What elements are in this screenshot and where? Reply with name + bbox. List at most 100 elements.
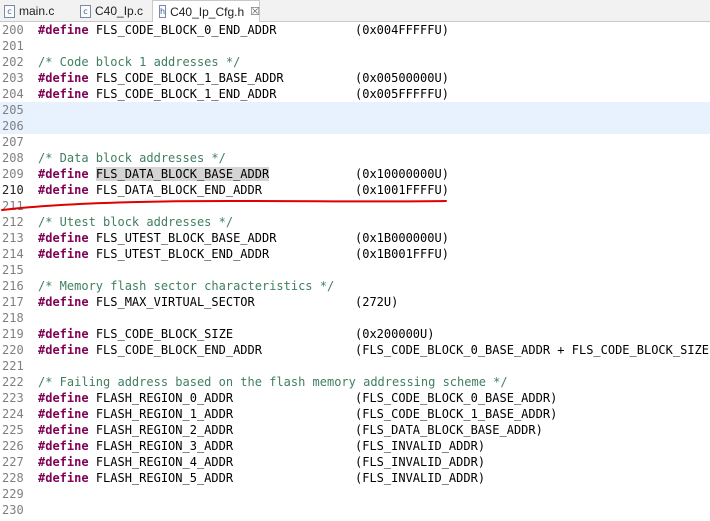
macro-name: FLS_UTEST_BLOCK_END_ADDR (95, 247, 270, 261)
line-number: 213 (2, 231, 24, 245)
define-keyword: #define (38, 247, 89, 261)
line-number: 228 (2, 471, 24, 485)
line-number: 219 (2, 327, 24, 341)
macro-name: FLS_DATA_BLOCK_BASE_ADDR (95, 167, 270, 181)
define-keyword: #define (38, 391, 89, 405)
macro-name: FLS_CODE_BLOCK_1_BASE_ADDR (95, 71, 284, 85)
close-icon[interactable]: ☒ (250, 5, 260, 18)
define-directive: #define FLASH_REGION_4_ADDR (38, 454, 233, 470)
line-number: 202 (2, 55, 24, 69)
line-number: 227 (2, 455, 24, 469)
define-keyword: #define (38, 231, 89, 245)
code-line[interactable]: 209 #define FLS_DATA_BLOCK_BASE_ADDR (0x10… (0, 166, 710, 182)
line-number: 224 (2, 407, 24, 421)
define-directive: #define FLASH_REGION_3_ADDR (38, 438, 233, 454)
code-line[interactable]: 221 (0, 358, 710, 374)
code-line[interactable]: 207 (0, 134, 710, 150)
define-keyword: #define (38, 439, 89, 453)
line-number: 201 (2, 39, 24, 53)
code-line[interactable]: 201 (0, 38, 710, 54)
macro-name: FLS_CODE_BLOCK_1_END_ADDR (95, 87, 277, 101)
code-line[interactable]: 213 #define FLS_UTEST_BLOCK_BASE_ADDR (0x1… (0, 230, 710, 246)
code-line[interactable]: 211 (0, 198, 710, 214)
define-directive: #define FLASH_REGION_0_ADDR (38, 390, 233, 406)
code-line[interactable]: 227 #define FLASH_REGION_4_ADDR (FLS_INVAL… (0, 454, 710, 470)
define-directive: #define FLASH_REGION_2_ADDR (38, 422, 233, 438)
code-line[interactable]: 200 #define FLS_CODE_BLOCK_0_END_ADDR (0x0… (0, 22, 710, 38)
code-line[interactable]: 208 /* Data block addresses */ (0, 150, 710, 166)
tab-c40-ip-cfg-h[interactable]: h C40_Ip_Cfg.h ☒ (152, 0, 260, 22)
code-line[interactable]: 217 #define FLS_MAX_VIRTUAL_SECTOR (272U) (0, 294, 710, 310)
code-line[interactable]: 219 #define FLS_CODE_BLOCK_SIZE (0x200000U… (0, 326, 710, 342)
code-comment: /* Failing address based on the flash me… (38, 375, 508, 389)
tab-label: main.c (19, 4, 55, 18)
code-line[interactable]: 218 (0, 310, 710, 326)
macro-value: (FLS_DATA_BLOCK_BASE_ADDR) (355, 423, 543, 437)
code-editor[interactable]: 200 #define FLS_CODE_BLOCK_0_END_ADDR (0x0… (0, 22, 710, 521)
macro-name: FLS_CODE_BLOCK_0_END_ADDR (95, 23, 277, 37)
code-line[interactable]: 202 /* Code block 1 addresses */ (0, 54, 710, 70)
macro-value: (FLS_CODE_BLOCK_0_BASE_ADDR) (355, 391, 558, 405)
define-directive: #define FLASH_REGION_5_ADDR (38, 470, 233, 486)
code-line[interactable]: 216 /* Memory flash sector characteristic… (0, 278, 710, 294)
define-keyword: #define (38, 343, 89, 357)
code-comment: /* Data block addresses */ (38, 151, 226, 165)
code-line[interactable]: 205 (0, 102, 710, 118)
line-number: 204 (2, 87, 24, 101)
line-number: 208 (2, 151, 24, 165)
code-line[interactable]: 206 (0, 118, 710, 134)
code-line[interactable]: 228 #define FLASH_REGION_5_ADDR (FLS_INVAL… (0, 470, 710, 486)
code-line[interactable]: 225 #define FLASH_REGION_2_ADDR (FLS_DATA_… (0, 422, 710, 438)
code-line[interactable]: 212 /* Utest block addresses */ (0, 214, 710, 230)
macro-value: (0x00500000U) (355, 71, 449, 85)
line-number: 205 (2, 103, 24, 117)
line-number: 230 (2, 503, 24, 517)
line-number: 216 (2, 279, 24, 293)
line-number: 217 (2, 295, 24, 309)
macro-name: FLASH_REGION_1_ADDR (95, 407, 234, 421)
tab-main-c[interactable]: c main.c (0, 0, 70, 22)
define-keyword: #define (38, 455, 89, 469)
code-line[interactable]: 229 (0, 486, 710, 502)
line-number: 221 (2, 359, 24, 373)
line-number: 218 (2, 311, 24, 325)
define-keyword: #define (38, 23, 89, 37)
define-keyword: #define (38, 327, 89, 341)
macro-value: (FLS_CODE_BLOCK_0_BASE_ADDR + FLS_CODE_B… (355, 343, 710, 357)
code-line[interactable]: 204 #define FLS_CODE_BLOCK_1_END_ADDR (0x0… (0, 86, 710, 102)
h-file-icon: h (159, 5, 167, 18)
define-directive: #define FLS_CODE_BLOCK_SIZE (38, 326, 233, 342)
code-line[interactable]: 220 #define FLS_CODE_BLOCK_END_ADDR (FLS_C… (0, 342, 710, 358)
code-comment: /* Utest block addresses */ (38, 215, 234, 229)
code-line[interactable]: 223 #define FLASH_REGION_0_ADDR (FLS_CODE_… (0, 390, 710, 406)
macro-value: (0x1B001FFFU) (355, 247, 449, 261)
line-number: 220 (2, 343, 24, 357)
code-line[interactable]: 226 #define FLASH_REGION_3_ADDR (FLS_INVAL… (0, 438, 710, 454)
code-line[interactable]: 215 (0, 262, 710, 278)
macro-value: (FLS_INVALID_ADDR) (355, 455, 486, 469)
tab-c40-ip-c[interactable]: c C40_Ip.c (76, 0, 152, 22)
macro-value: (FLS_INVALID_ADDR) (355, 439, 486, 453)
c-file-icon: c (4, 4, 15, 18)
code-line[interactable]: 222 /* Failing address based on the flash… (0, 374, 710, 390)
define-directive: #define FLS_CODE_BLOCK_END_ADDR (38, 342, 262, 358)
line-number: 223 (2, 391, 24, 405)
code-line[interactable]: 210 #define FLS_DATA_BLOCK_END_ADDR (0x100… (0, 182, 710, 198)
macro-value: (0x200000U) (355, 327, 435, 341)
macro-value: (0x1B000000U) (355, 231, 449, 245)
define-keyword: #define (38, 183, 89, 197)
code-line[interactable]: 203 #define FLS_CODE_BLOCK_1_BASE_ADDR (0x… (0, 70, 710, 86)
define-keyword: #define (38, 167, 89, 181)
code-comment: /* Memory flash sector characteristics *… (38, 279, 335, 293)
define-directive: #define FLS_MAX_VIRTUAL_SECTOR (38, 294, 255, 310)
line-number: 200 (2, 23, 24, 37)
line-number: 207 (2, 135, 24, 149)
define-keyword: #define (38, 407, 89, 421)
code-line[interactable]: 214 #define FLS_UTEST_BLOCK_END_ADDR (0x1B… (0, 246, 710, 262)
code-line[interactable]: 230 (0, 502, 710, 518)
define-keyword: #define (38, 423, 89, 437)
line-number: 211 (2, 199, 24, 213)
define-keyword: #define (38, 71, 89, 85)
line-number: 229 (2, 487, 24, 501)
code-line[interactable]: 224 #define FLASH_REGION_1_ADDR (FLS_CODE_… (0, 406, 710, 422)
